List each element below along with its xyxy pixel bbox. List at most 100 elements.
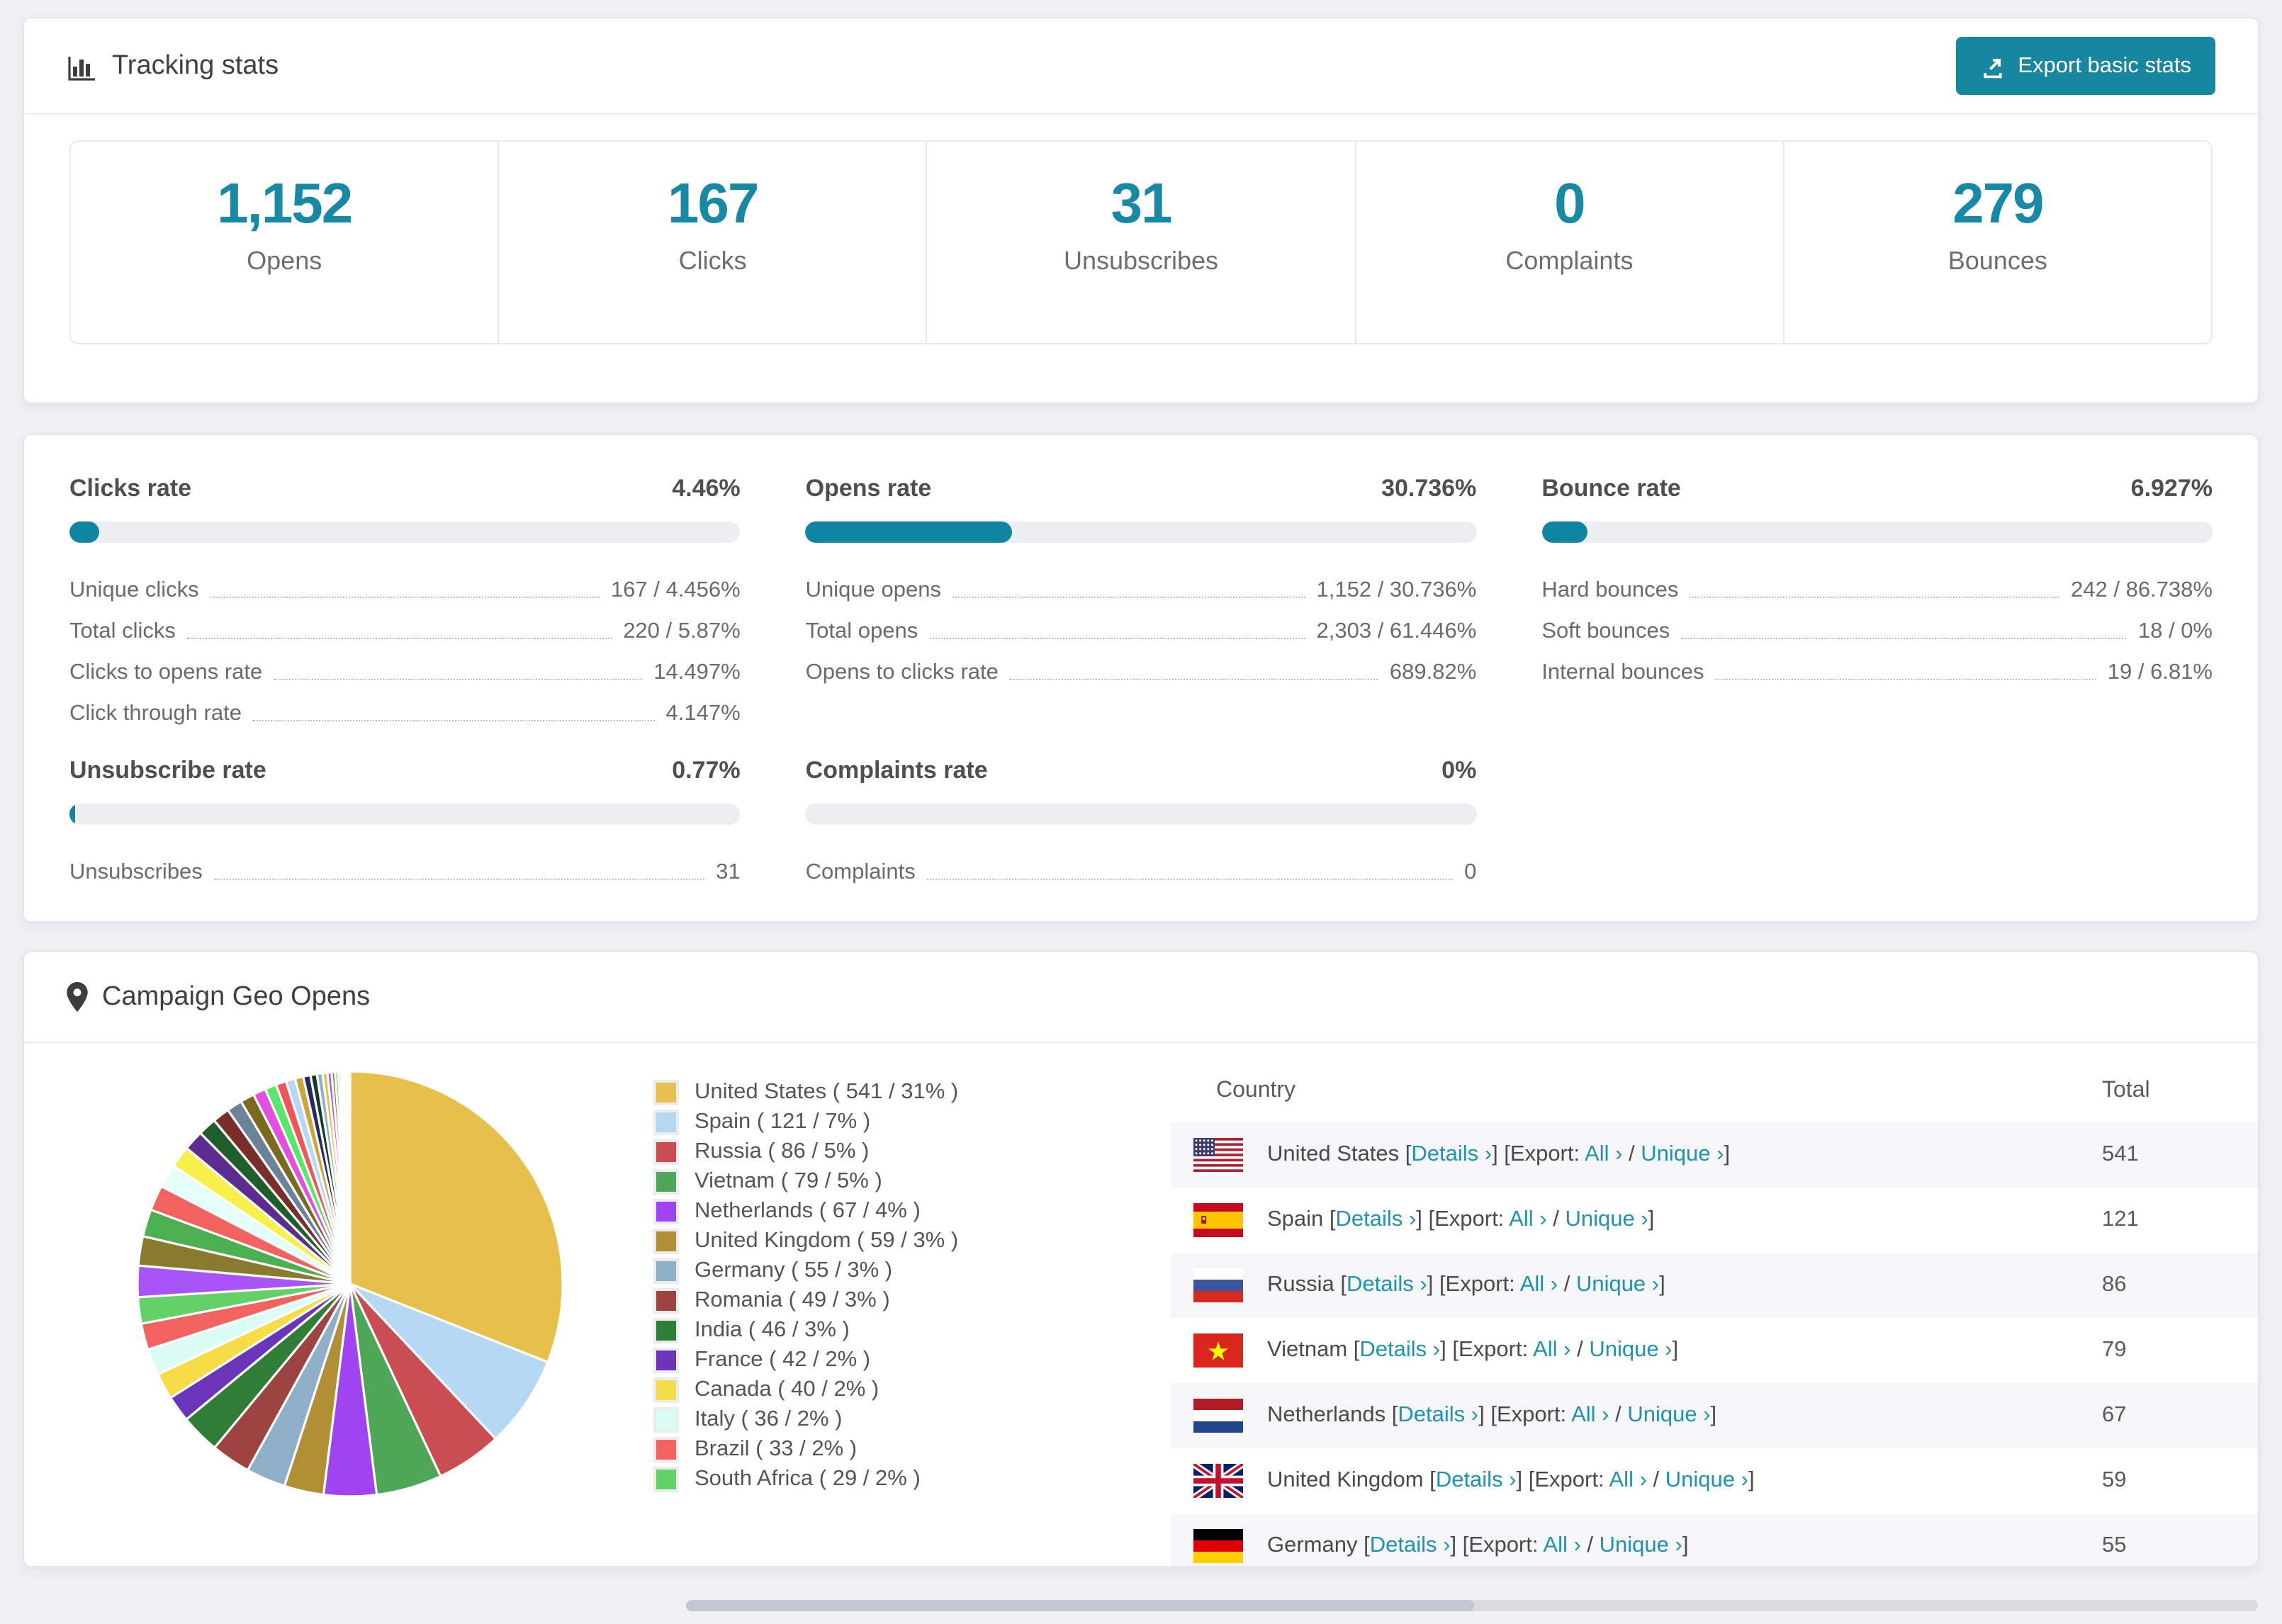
legend-item-italy[interactable]: Italy ( 36 / 2% ) xyxy=(656,1404,958,1434)
dashboard-page: Tracking stats Export basic stats 1,152 O… xyxy=(0,0,2282,1624)
rate-progress-fill xyxy=(69,803,75,825)
total-cell: 59 xyxy=(2102,1468,2127,1492)
rate-rows: Unique opens 1,152 / 30.736% Total opens 2,… xyxy=(806,567,1477,690)
tracking-stats-title-row: Tracking stats xyxy=(67,50,279,81)
legend-swatch xyxy=(656,1409,676,1429)
country-name: Russia [ xyxy=(1267,1273,1347,1297)
rate-row-clicks-to-opens-rate: Clicks to opens rate 14.497% xyxy=(69,649,741,690)
export-unique-link[interactable]: Unique › xyxy=(1641,1142,1724,1166)
geo-table-header: Country Total xyxy=(1171,1043,2258,1122)
legend-item-india[interactable]: India ( 46 / 3% ) xyxy=(656,1315,958,1345)
rate-row-complaints: Complaints 0 xyxy=(806,849,1477,890)
legend-swatch xyxy=(656,1320,676,1340)
country-name: Netherlands [ xyxy=(1267,1403,1398,1427)
rate-head: Complaints rate 0% xyxy=(806,757,1477,785)
horizontal-scrollbar-thumb[interactable] xyxy=(686,1600,1474,1611)
rate-row-unique-opens: Unique opens 1,152 / 30.736% xyxy=(806,567,1477,608)
legend-label: France ( 42 / 2% ) xyxy=(695,1347,871,1371)
rate-row-value: 2,303 / 61.446% xyxy=(1316,619,1477,643)
legend-item-vietnam[interactable]: Vietnam ( 79 / 5% ) xyxy=(656,1166,958,1196)
stats-summary-row: 1,152 Opens 167 Clicks 31 Unsubscribes 0 Compla… xyxy=(69,140,2213,344)
flag-icon-vn xyxy=(1193,1333,1243,1368)
details-link[interactable]: Details › xyxy=(1398,1403,1478,1427)
geo-section-title: Campaign Geo Opens xyxy=(102,981,371,1011)
export-all-link[interactable]: All › xyxy=(1585,1142,1622,1166)
export-unique-link[interactable]: Unique › xyxy=(1627,1403,1710,1427)
rate-row-soft-bounces: Soft bounces 18 / 0% xyxy=(1541,608,2213,649)
rate-block-unsubscribe-rate: Unsubscribe rate 0.77% Unsubscribes 31 xyxy=(69,757,741,890)
rates-card: Clicks rate 4.46% Unique clicks 167 / 4.456… xyxy=(23,434,2259,923)
export-basic-stats-button[interactable]: Export basic stats xyxy=(1955,37,2215,95)
export-all-link[interactable]: All › xyxy=(1533,1338,1570,1362)
rate-row-label: Complaints xyxy=(805,860,916,884)
export-all-link[interactable]: All › xyxy=(1509,1207,1546,1231)
rate-head: Opens rate 30.736% xyxy=(806,475,1477,503)
dotted-leader xyxy=(1681,638,2127,639)
export-all-link[interactable]: All › xyxy=(1543,1533,1580,1557)
stat-label: Bounces xyxy=(1947,247,2047,275)
separator-text: / xyxy=(1558,1273,1576,1297)
rate-title: Unsubscribe rate xyxy=(69,757,266,784)
details-link[interactable]: Details › xyxy=(1411,1142,1492,1166)
table-row-spain: Spain [Details ›] [Export: All › / Uniqu… xyxy=(1171,1188,2258,1253)
legend-item-united-kingdom[interactable]: United Kingdom ( 59 / 3% ) xyxy=(656,1226,958,1256)
stat-cell-unsubscribes: 31 Unsubscribes xyxy=(928,142,1356,343)
horizontal-scrollbar-track[interactable] xyxy=(686,1600,2258,1611)
legend-item-romania[interactable]: Romania ( 49 / 3% ) xyxy=(656,1285,958,1315)
legend-item-united-states[interactable]: United States ( 541 / 31% ) xyxy=(656,1077,958,1107)
legend-item-russia[interactable]: Russia ( 86 / 5% ) xyxy=(656,1137,958,1166)
export-all-link[interactable]: All › xyxy=(1520,1273,1558,1297)
dotted-leader xyxy=(274,679,643,680)
legend-item-netherlands[interactable]: Netherlands ( 67 / 4% ) xyxy=(656,1196,958,1226)
export-unique-link[interactable]: Unique › xyxy=(1576,1273,1659,1297)
flag-icon-us xyxy=(1193,1138,1243,1172)
export-unique-link[interactable]: Unique › xyxy=(1565,1207,1648,1231)
legend-item-south-africa[interactable]: South Africa ( 29 / 2% ) xyxy=(656,1464,958,1494)
export-unique-link[interactable]: Unique › xyxy=(1600,1533,1682,1557)
rate-row-label: Clicks to opens rate xyxy=(69,660,263,684)
legend-swatch xyxy=(656,1141,676,1161)
rate-head: Bounce rate 6.927% xyxy=(1541,475,2213,503)
legend-item-canada[interactable]: Canada ( 40 / 2% ) xyxy=(656,1375,958,1404)
export-unique-link[interactable]: Unique › xyxy=(1665,1468,1748,1492)
rate-row-label: Hard bounces xyxy=(1541,578,1679,602)
export-all-link[interactable]: All › xyxy=(1571,1403,1609,1427)
legend-item-spain[interactable]: Spain ( 121 / 7% ) xyxy=(656,1107,958,1137)
legend-item-france[interactable]: France ( 42 / 2% ) xyxy=(656,1345,958,1375)
export-all-link[interactable]: All › xyxy=(1609,1468,1647,1492)
rate-row-label: Unsubscribes xyxy=(69,860,203,884)
total-cell: 67 xyxy=(2102,1403,2127,1427)
legend-swatch xyxy=(656,1350,676,1370)
details-link[interactable]: Details › xyxy=(1336,1207,1417,1231)
legend-swatch xyxy=(656,1380,676,1399)
rate-row-label: Internal bounces xyxy=(1541,660,1704,684)
rate-progress-bar xyxy=(1541,521,2213,543)
details-link[interactable]: Details › xyxy=(1436,1468,1517,1492)
table-row-united-states: United States [Details ›] [Export: All ›… xyxy=(1171,1122,2258,1188)
dotted-leader xyxy=(929,638,1305,639)
stat-value: 0 xyxy=(1554,173,1586,235)
country-name: Vietnam [ xyxy=(1267,1338,1360,1362)
legend-swatch xyxy=(656,1082,676,1102)
legend-item-brazil[interactable]: Brazil ( 33 / 2% ) xyxy=(656,1434,958,1464)
total-cell: 79 xyxy=(2102,1338,2127,1362)
legend-label: Romania ( 49 / 3% ) xyxy=(695,1287,890,1312)
geo-body: United States ( 541 / 31% ) Spain ( 121 /… xyxy=(24,1043,2258,1566)
legend-swatch xyxy=(656,1231,676,1251)
rate-row-value: 242 / 86.738% xyxy=(2071,578,2213,602)
stat-cell-clicks: 167 Clicks xyxy=(499,142,928,343)
details-link[interactable]: Details › xyxy=(1359,1338,1440,1362)
details-link[interactable]: Details › xyxy=(1370,1533,1451,1557)
separator-text: / xyxy=(1622,1142,1641,1166)
geo-pie-chart xyxy=(136,1070,564,1498)
rate-row-label: Unique opens xyxy=(805,578,941,602)
rate-progress-bar xyxy=(805,521,1477,543)
separator-text: / xyxy=(1580,1533,1600,1557)
legend-item-germany[interactable]: Germany ( 55 / 3% ) xyxy=(656,1256,958,1285)
bracket-text: ] xyxy=(1748,1468,1755,1492)
rates-grid: Clicks rate 4.46% Unique clicks 167 / 4.456… xyxy=(69,475,2213,890)
bracket-text: ] xyxy=(1710,1403,1717,1427)
details-link[interactable]: Details › xyxy=(1347,1273,1427,1297)
export-unique-link[interactable]: Unique › xyxy=(1589,1338,1672,1362)
rate-block-opens-rate: Opens rate 30.736% Unique opens 1,152 / 30.… xyxy=(805,475,1477,731)
